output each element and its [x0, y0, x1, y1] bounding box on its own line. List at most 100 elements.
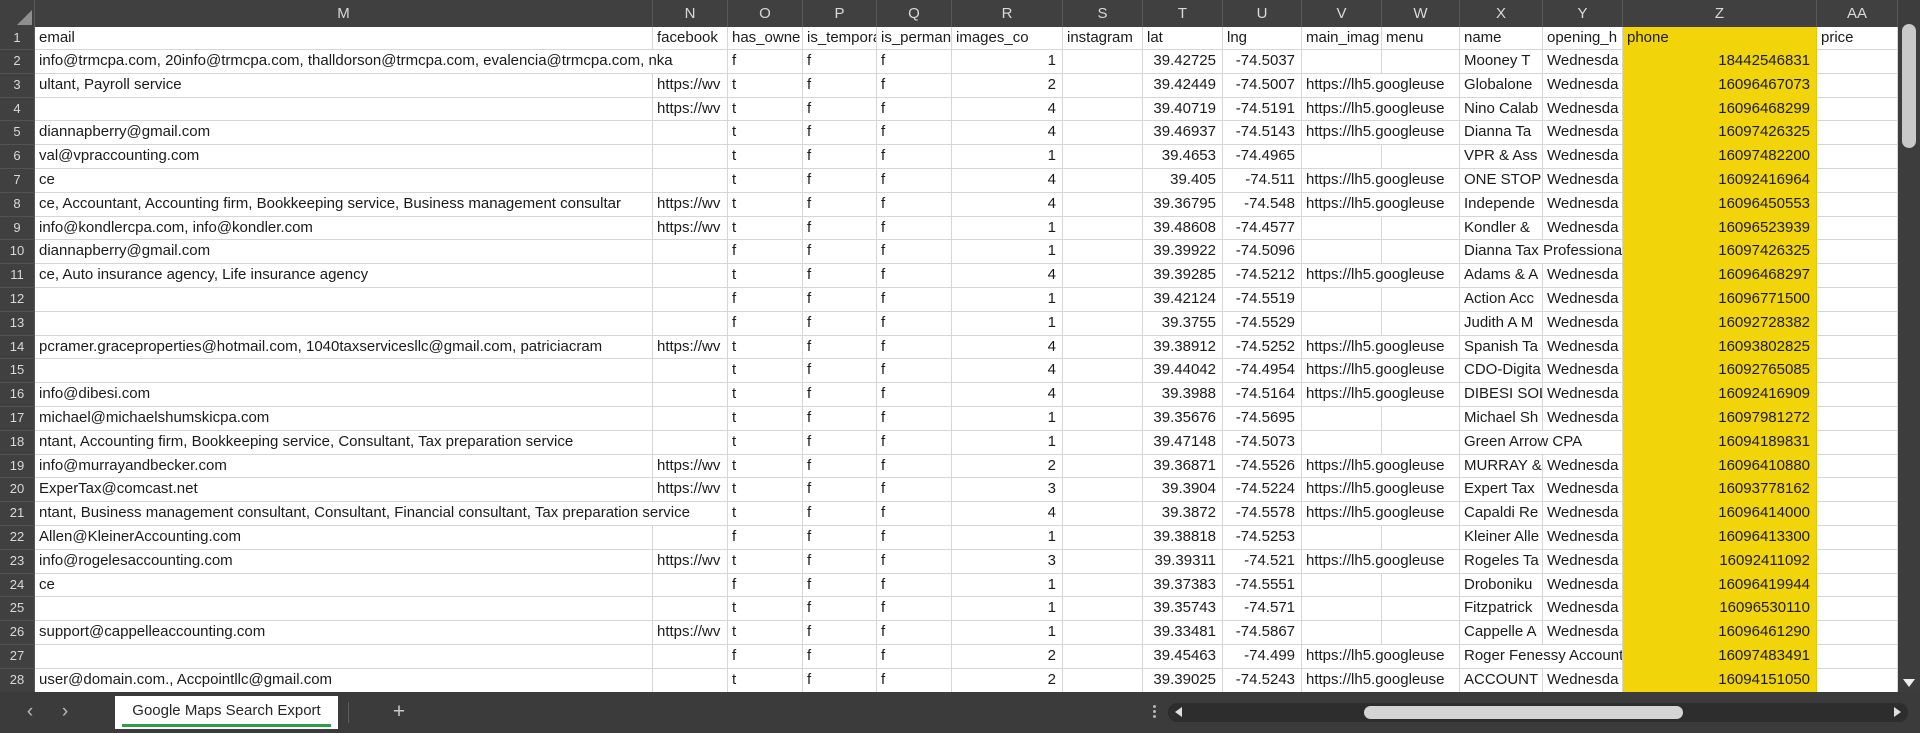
cell-AA24[interactable] [1817, 573, 1898, 598]
cell-Q13[interactable]: f [877, 311, 952, 336]
column-header-Q[interactable]: Q [877, 0, 952, 27]
cell-M15[interactable] [35, 359, 653, 384]
cell-U9[interactable]: -74.4577 [1223, 216, 1302, 241]
cell-O5[interactable]: t [728, 121, 803, 146]
cell-O11[interactable]: t [728, 264, 803, 288]
cell-Y26[interactable]: Wednesda [1543, 621, 1623, 645]
cell-O26[interactable]: t [728, 621, 803, 645]
cell-AA25[interactable] [1817, 597, 1898, 622]
cell-O10[interactable]: f [728, 240, 803, 265]
cell-W22[interactable] [1382, 525, 1460, 550]
cell-Z4[interactable]: 16096468299 [1623, 97, 1817, 122]
cell-M23[interactable]: info@rogelesaccounting.com [35, 549, 653, 574]
cell-V17[interactable] [1302, 406, 1382, 431]
cell-Z7[interactable]: 16092416964 [1623, 168, 1817, 193]
cell-P10[interactable]: f [803, 240, 877, 265]
cell-S18[interactable] [1063, 430, 1143, 455]
cell-X15[interactable]: CDO-Digita [1460, 359, 1543, 384]
cell-Z15[interactable]: 16092765085 [1623, 359, 1817, 384]
cell-V22[interactable] [1302, 525, 1382, 550]
cell-V7[interactable]: https://lh5.googleuse [1302, 168, 1460, 193]
cell-T17[interactable]: 39.35676 [1143, 406, 1223, 431]
cell-O15[interactable]: t [728, 359, 803, 384]
cell-AA8[interactable] [1817, 192, 1898, 217]
cell-Q14[interactable]: f [877, 335, 952, 360]
cell-U16[interactable]: -74.5164 [1223, 383, 1302, 407]
cell-O19[interactable]: t [728, 454, 803, 479]
cell-Q26[interactable]: f [877, 621, 952, 645]
cell-T2[interactable]: 39.42725 [1143, 50, 1223, 74]
cell-M12[interactable] [35, 287, 653, 312]
cell-Z26[interactable]: 16096461290 [1623, 621, 1817, 645]
cell-AA18[interactable] [1817, 430, 1898, 455]
cell-T23[interactable]: 39.39311 [1143, 549, 1223, 574]
cell-Q20[interactable]: f [877, 478, 952, 503]
cell-AA21[interactable] [1817, 502, 1898, 526]
cell-P11[interactable]: f [803, 264, 877, 288]
column-header-Y[interactable]: Y [1543, 0, 1623, 27]
cell-M24[interactable]: ce [35, 573, 653, 598]
cell-M6[interactable]: val@vpraccounting.com [35, 145, 653, 169]
cell-N5[interactable] [653, 121, 728, 146]
cell-Y13[interactable]: Wednesda [1543, 311, 1623, 336]
cell-O3[interactable]: t [728, 73, 803, 98]
cell-U6[interactable]: -74.4965 [1223, 145, 1302, 169]
cell-R19[interactable]: 2 [952, 454, 1063, 479]
row-header-2[interactable]: 2 [0, 50, 35, 74]
cell-Z28[interactable]: 16094151050 [1623, 668, 1817, 693]
cell-Z8[interactable]: 16096450553 [1623, 192, 1817, 217]
cell-T5[interactable]: 39.46937 [1143, 121, 1223, 146]
cell-N24[interactable] [653, 573, 728, 598]
cell-T11[interactable]: 39.39285 [1143, 264, 1223, 288]
cell-X18[interactable]: Green Arrow CPA [1460, 430, 1623, 455]
column-header-U[interactable]: U [1223, 0, 1302, 27]
cell-O2[interactable]: f [728, 50, 803, 74]
cell-T18[interactable]: 39.47148 [1143, 430, 1223, 455]
cell-M20[interactable]: ExperTax@comcast.net [35, 478, 653, 503]
row-header-17[interactable]: 17 [0, 406, 35, 431]
cell-N15[interactable] [653, 359, 728, 384]
cell-X8[interactable]: Independe [1460, 192, 1543, 217]
row-header-27[interactable]: 27 [0, 644, 35, 669]
cell-X10[interactable]: Dianna Tax Professional [1460, 240, 1623, 265]
field-name-instagram[interactable]: instagram [1063, 27, 1143, 50]
cell-W2[interactable] [1382, 50, 1460, 74]
row-header-16[interactable]: 16 [0, 383, 35, 407]
cell-X24[interactable]: Droboniku [1460, 573, 1543, 598]
cell-S24[interactable] [1063, 573, 1143, 598]
cell-S15[interactable] [1063, 359, 1143, 384]
cell-U27[interactable]: -74.499 [1223, 644, 1302, 669]
cell-N4[interactable]: https://wv [653, 97, 728, 122]
cell-U15[interactable]: -74.4954 [1223, 359, 1302, 384]
cell-R4[interactable]: 4 [952, 97, 1063, 122]
cell-O6[interactable]: t [728, 145, 803, 169]
cell-N22[interactable] [653, 525, 728, 550]
cell-V26[interactable] [1302, 621, 1382, 645]
cell-Z13[interactable]: 16092728382 [1623, 311, 1817, 336]
field-name-opening_h[interactable]: opening_h [1543, 27, 1623, 50]
cell-M4[interactable] [35, 97, 653, 122]
cell-V8[interactable]: https://lh5.googleuse [1302, 192, 1460, 217]
cell-Y5[interactable]: Wednesda [1543, 121, 1623, 146]
column-header-P[interactable]: P [803, 0, 877, 27]
cell-M16[interactable]: info@dibesi.com [35, 383, 653, 407]
cell-N8[interactable]: https://wv [653, 192, 728, 217]
cell-U5[interactable]: -74.5143 [1223, 121, 1302, 146]
cell-AA26[interactable] [1817, 621, 1898, 645]
cell-W12[interactable] [1382, 287, 1460, 312]
cell-R11[interactable]: 4 [952, 264, 1063, 288]
cell-U18[interactable]: -74.5073 [1223, 430, 1302, 455]
select-all-corner[interactable] [0, 0, 35, 27]
cell-N12[interactable] [653, 287, 728, 312]
cell-S6[interactable] [1063, 145, 1143, 169]
cell-S23[interactable] [1063, 549, 1143, 574]
tab-google-maps-search-export[interactable]: Google Maps Search Export (4)_2 [115, 696, 338, 733]
cell-Q22[interactable]: f [877, 525, 952, 550]
cell-R5[interactable]: 4 [952, 121, 1063, 146]
cell-AA11[interactable] [1817, 264, 1898, 288]
sheet-menu-kebab-icon[interactable] [1148, 703, 1160, 723]
cell-N20[interactable]: https://wv [653, 478, 728, 503]
cell-U14[interactable]: -74.5252 [1223, 335, 1302, 360]
cell-P14[interactable]: f [803, 335, 877, 360]
cell-U25[interactable]: -74.571 [1223, 597, 1302, 622]
